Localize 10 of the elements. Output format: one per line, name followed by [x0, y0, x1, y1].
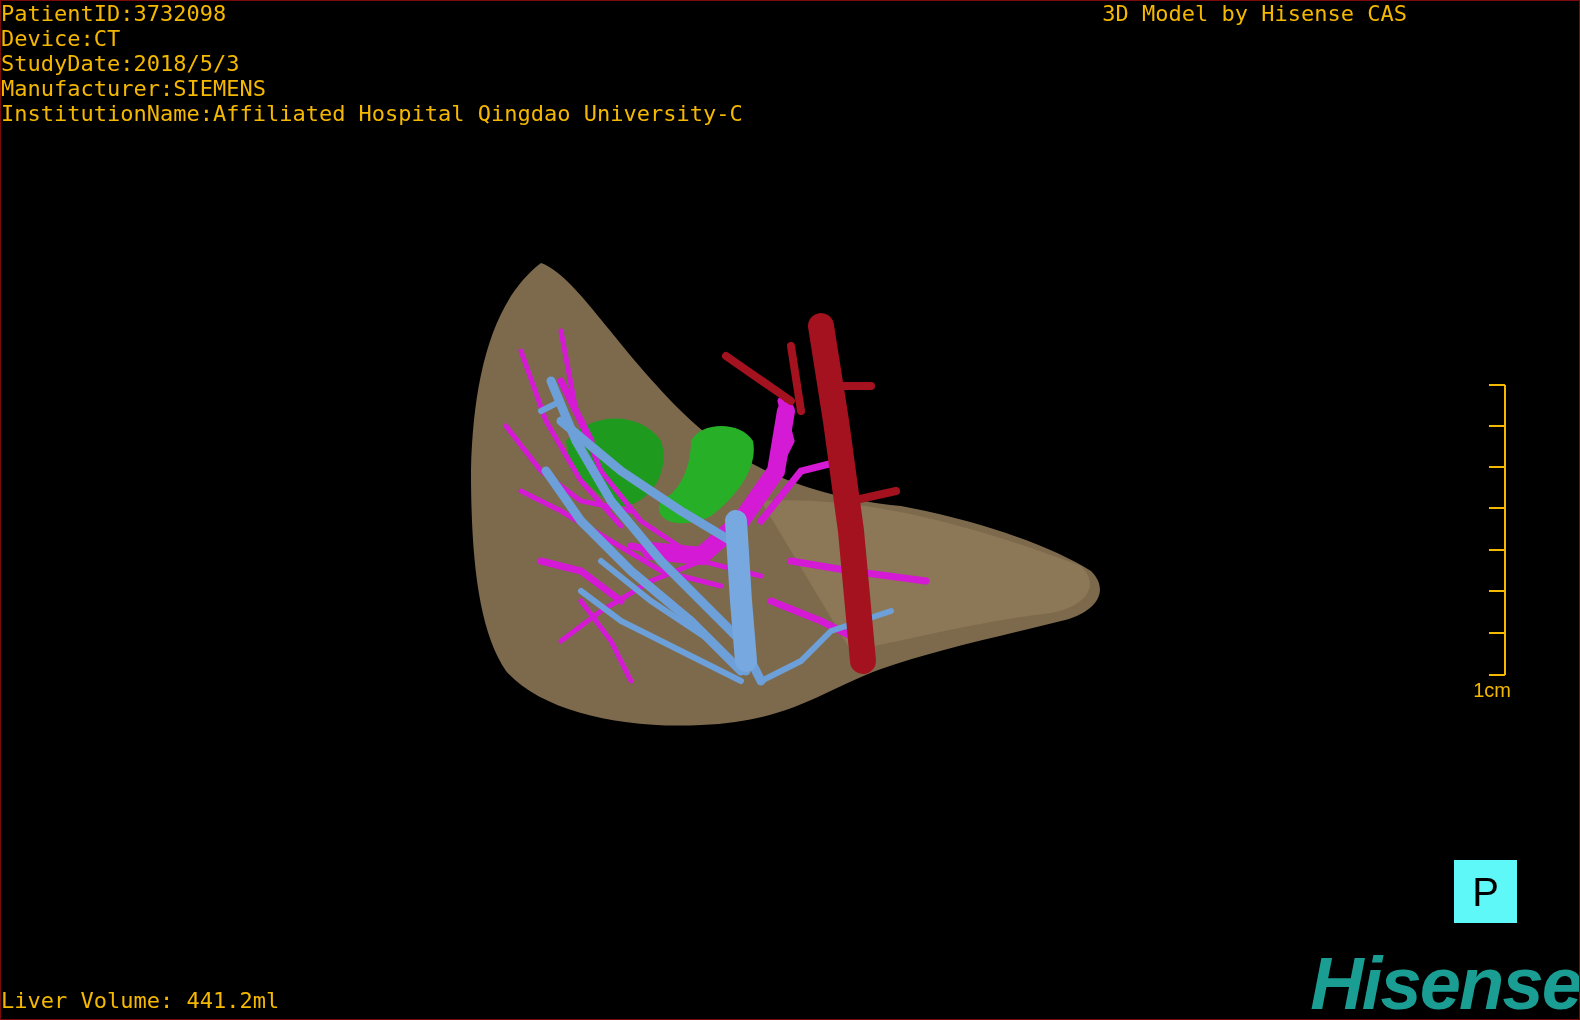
scale-label: 1cm — [1473, 678, 1511, 702]
brand-logo: Hisense — [1310, 949, 1579, 1019]
liver-volume-text: Liver Volume: 441.2ml — [1, 988, 280, 1013]
study-info-text: Device:CT — [1, 26, 122, 51]
viewer-title: 3D Model by Hisense CAS — [1102, 1, 1407, 28]
study-info-text: InstitutionName:Affiliated Hospital Qingdao University-C — [1, 101, 743, 126]
study-info-text: Manufacturer:SIEMENS — [1, 76, 267, 101]
orientation-marker-button[interactable]: P — [1454, 860, 1517, 923]
study-info-text: StudyDate:2018/5/3 — [1, 51, 241, 76]
study-info-text: PatientID:3732098 — [1, 1, 228, 26]
